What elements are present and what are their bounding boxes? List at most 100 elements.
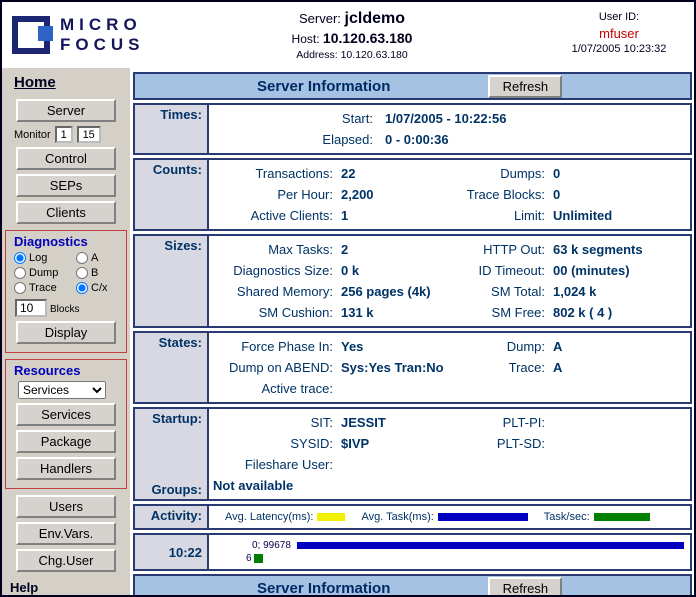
monitor-count-input[interactable] (77, 126, 101, 143)
page: MICRO FOCUS Server: jcldemo Host: 10.120… (0, 0, 696, 597)
host-line: Host: 10.120.63.180 (160, 30, 544, 46)
monitor-interval-input[interactable] (55, 126, 73, 143)
logo-text: MICRO FOCUS (60, 15, 145, 54)
radio-dump-input[interactable] (14, 267, 26, 279)
refresh-button-top[interactable]: Refresh (488, 75, 562, 98)
blocks-row: Blocks (15, 299, 124, 317)
logo-line1: MICRO (60, 15, 145, 35)
times-content: Start: 1/07/2005 - 10:22:56 Elapsed: 0 - 0… (209, 105, 690, 153)
latency-swatch (317, 513, 345, 521)
legend-task-sec: Task/sec: (544, 511, 650, 523)
sizes-section: Sizes: Max Tasks:2HTTP Out:63 k segments… (133, 234, 692, 328)
states-row: Force Phase In:YesDump:A (213, 336, 686, 357)
user-id-label: User ID: (544, 11, 694, 23)
radio-cx[interactable]: C/x (76, 282, 120, 294)
sidebar: Home Server Monitor Control SEPs Clients… (2, 68, 130, 595)
times-elapsed-row: Elapsed: 0 - 0:00:36 (213, 129, 686, 150)
groups-value: Not available (213, 475, 686, 496)
counts-row: Active Clients:1Limit:Unlimited (213, 205, 686, 226)
address-line: Address: 10.120.63.180 (160, 49, 544, 61)
diagnostics-title: Diagnostics (14, 234, 124, 249)
sizes-section-label: Sizes: (135, 236, 209, 326)
resources-title: Resources (14, 363, 124, 378)
blocks-input[interactable] (15, 299, 47, 317)
logo: MICRO FOCUS (2, 2, 160, 68)
radio-dump[interactable]: Dump (14, 267, 76, 279)
radio-a[interactable]: A (76, 252, 120, 264)
counts-row: Per Hour:2,200Trace Blocks:0 (213, 184, 686, 205)
users-button[interactable]: Users (16, 495, 116, 518)
chart-blue-bar (297, 542, 684, 549)
env-vars-button[interactable]: Env.Vars. (16, 522, 116, 545)
radio-b-input[interactable] (76, 267, 88, 279)
radio-a-input[interactable] (76, 252, 88, 264)
startup-row: SYSID:$IVPPLT-SD: (213, 433, 686, 454)
display-button[interactable]: Display (16, 321, 116, 344)
activity-legend: Avg. Latency(ms): Avg. Task(ms): Task/se… (209, 506, 690, 528)
legend-task-ms: Avg. Task(ms): (361, 511, 527, 523)
host-value: 10.120.63.180 (323, 30, 413, 46)
radio-log-input[interactable] (14, 252, 26, 264)
host-label: Host: (292, 32, 320, 46)
radio-log[interactable]: Log (14, 252, 76, 264)
timestamp: 1/07/2005 10:23:32 (544, 43, 694, 55)
radio-b[interactable]: B (76, 267, 120, 279)
legend-latency: Avg. Latency(ms): (225, 511, 345, 523)
activity-section: Activity: Avg. Latency(ms): Avg. Task(ms… (133, 504, 692, 530)
server-label: Server: (299, 11, 341, 26)
chart-line-1: 0; 99678 (212, 537, 687, 551)
handlers-button[interactable]: Handlers (16, 457, 116, 480)
activity-section-label: Activity: (135, 506, 209, 528)
package-button[interactable]: Package (16, 430, 116, 453)
sizes-row: Max Tasks:2HTTP Out:63 k segments (213, 239, 686, 260)
user-id-value: mfuser (544, 26, 694, 41)
diagnostics-radios: Log A Dump B Trace C/x (14, 252, 124, 294)
counts-section-label: Counts: (135, 160, 209, 229)
chart-green-bar (254, 554, 263, 563)
task-sec-swatch (594, 513, 650, 521)
startup-row: SIT:JESSITPLT-PI: (213, 412, 686, 433)
counts-content: Transactions:22Dumps:0 Per Hour:2,200Tra… (209, 160, 690, 229)
start-value: 1/07/2005 - 10:22:56 (385, 108, 506, 129)
times-section-label: Times: (135, 105, 209, 153)
refresh-button-bottom[interactable]: Refresh (488, 577, 562, 597)
radio-trace[interactable]: Trace (14, 282, 76, 294)
home-link[interactable]: Home (14, 74, 56, 91)
times-start-row: Start: 1/07/2005 - 10:22:56 (213, 108, 686, 129)
server-button[interactable]: Server (16, 99, 116, 122)
server-info-titlebar-top: Server Information Refresh (133, 72, 692, 100)
control-button[interactable]: Control (16, 147, 116, 170)
states-row: Active trace: (213, 378, 686, 399)
activity-chart-section: 10:22 0; 99678 6 (133, 533, 692, 571)
clients-button[interactable]: Clients (16, 201, 116, 224)
chart-time-label: 10:22 (135, 535, 209, 569)
radio-cx-input[interactable] (76, 282, 88, 294)
server-info-title-bottom: Server Information (257, 580, 390, 597)
logo-line2: FOCUS (60, 35, 145, 55)
monitor-label: Monitor (14, 129, 51, 141)
chart-line2-text: 6 (246, 553, 252, 564)
counts-section: Counts: Transactions:22Dumps:0 Per Hour:… (133, 158, 692, 231)
resources-select[interactable]: Services (18, 381, 106, 399)
start-label: Start: (213, 108, 373, 129)
server-name: jcldemo (345, 10, 405, 27)
server-info-titlebar-bottom: Server Information Refresh (133, 574, 692, 597)
chart-line-2: 6 (212, 551, 687, 567)
chg-user-button[interactable]: Chg.User (16, 549, 116, 572)
micro-focus-logo-icon (12, 16, 50, 54)
groups-label: Groups: (135, 482, 202, 497)
services-button[interactable]: Services (16, 403, 116, 426)
radio-trace-input[interactable] (14, 282, 26, 294)
blocks-label: Blocks (50, 304, 79, 317)
startup-section: Startup: Groups: SIT:JESSITPLT-PI: SYSID… (133, 407, 692, 501)
server-info-title-top: Server Information (257, 78, 390, 95)
states-row: Dump on ABEND:Sys:Yes Tran:NoTrace:A (213, 357, 686, 378)
seps-button[interactable]: SEPs (16, 174, 116, 197)
elapsed-label: Elapsed: (213, 129, 373, 150)
elapsed-value: 0 - 0:00:36 (385, 129, 449, 150)
sizes-row: Shared Memory:256 pages (4k)SM Total:1,0… (213, 281, 686, 302)
sizes-content: Max Tasks:2HTTP Out:63 k segments Diagno… (209, 236, 690, 326)
address-label: Address: (296, 49, 337, 61)
sizes-row: Diagnostics Size:0 kID Timeout:00 (minut… (213, 260, 686, 281)
states-content: Force Phase In:YesDump:A Dump on ABEND:S… (209, 333, 690, 402)
